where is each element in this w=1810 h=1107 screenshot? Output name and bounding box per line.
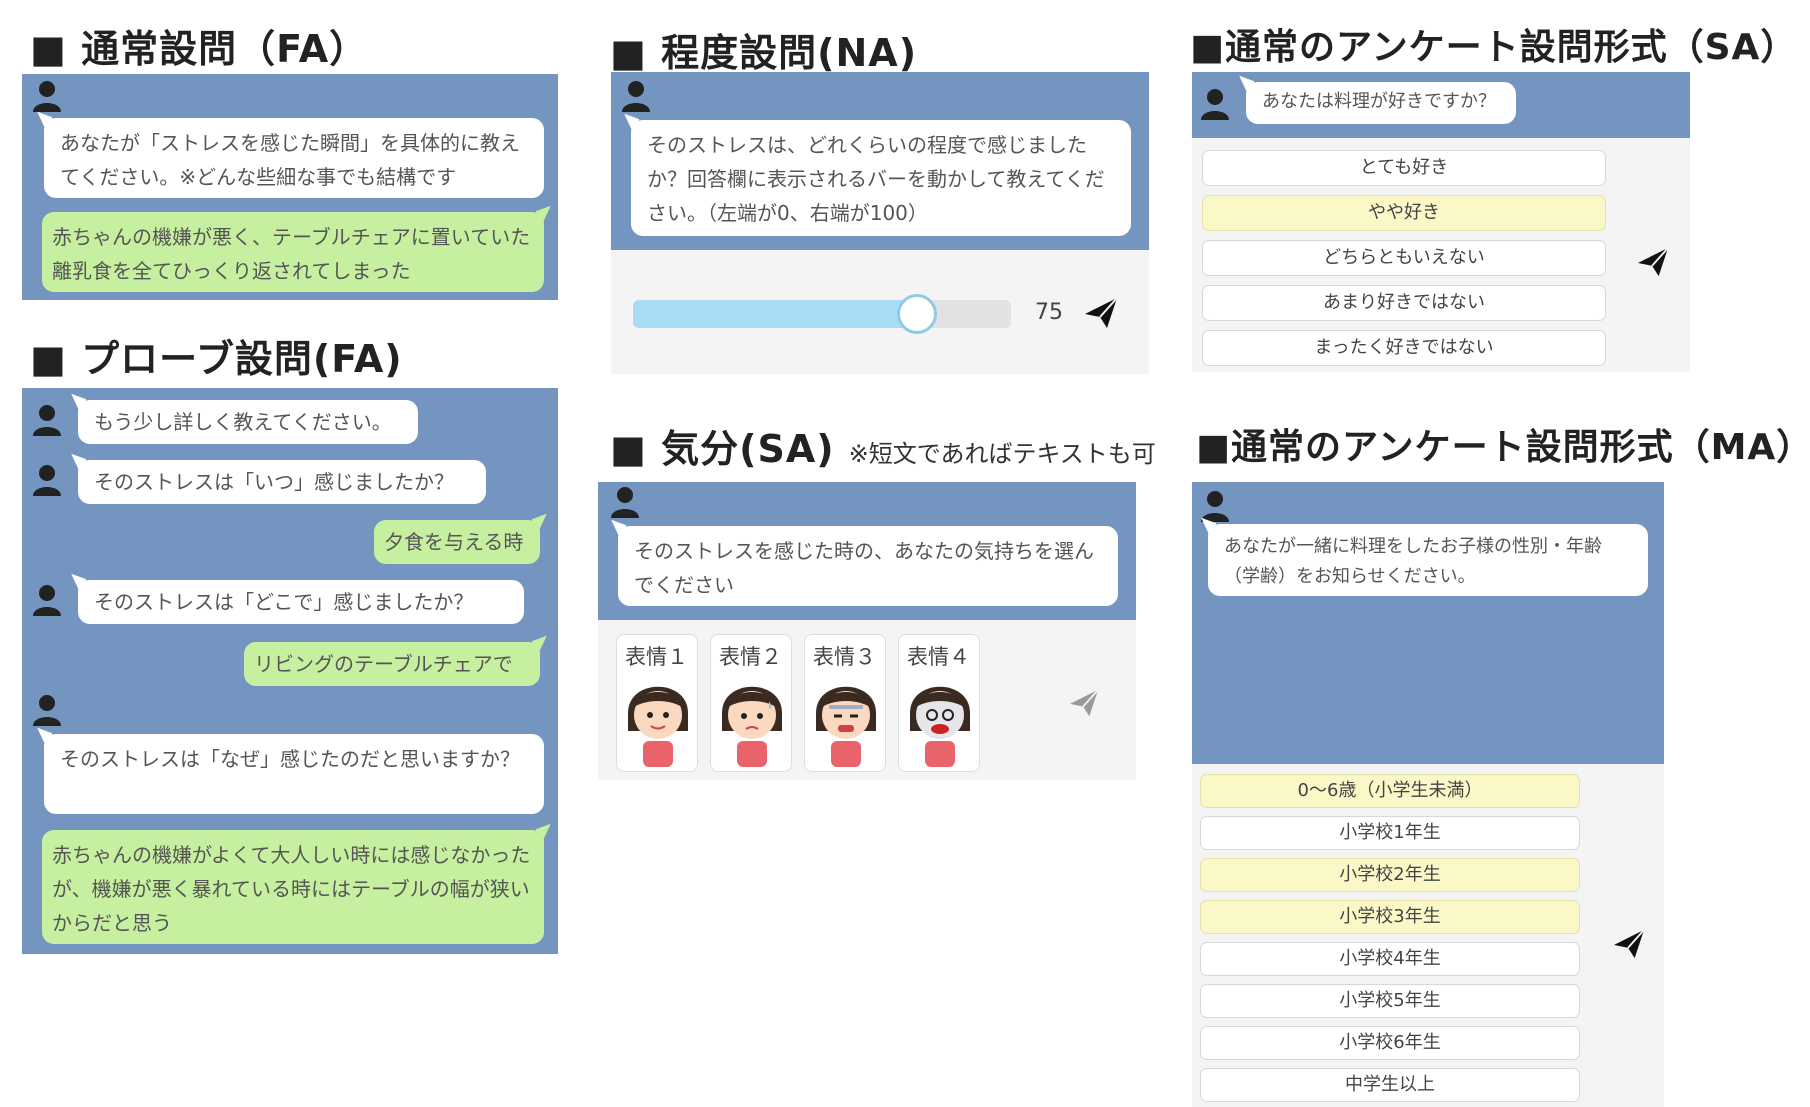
sa-chat-panel: あなたは料理が好きですか？: [1192, 72, 1690, 138]
ma-option-8[interactable]: 中学生以上: [1200, 1068, 1580, 1102]
sa-option-5[interactable]: まったく好きではない: [1202, 330, 1606, 366]
mood-chat-panel: そのストレスを感じた時の、あなたの気持ちを選んでください: [598, 482, 1136, 620]
sa-option-2[interactable]: やや好き: [1202, 195, 1606, 231]
person-icon: [622, 81, 650, 112]
person-icon: [1201, 89, 1229, 120]
face-label: 表情２: [719, 645, 782, 669]
ma-answer-area: 0〜6歳（小学生未満） 小学校1年生 小学校2年生 小学校3年生 小学校4年生 小学校5年…: [1192, 764, 1664, 1107]
slider-fill: [633, 300, 917, 328]
na-chat-panel: そのストレスは、どれくらいの程度で感じましたか？回答欄に表示されるバーを動かして…: [611, 72, 1149, 250]
ma-section-title: ■通常のアンケート設問形式（MA）: [1196, 427, 1810, 468]
na-question-bubble: そのストレスは、どれくらいの程度で感じましたか？回答欄に表示されるバーを動かして…: [631, 120, 1131, 236]
na-answer-area: 75: [611, 250, 1149, 374]
ma-option-7[interactable]: 小学校6年生: [1200, 1026, 1580, 1060]
person-icon: [33, 81, 61, 112]
mood-title-text: ■ 気分(SA): [610, 427, 835, 471]
probe-question-4-bubble: そのストレスは「なぜ」感じたのだと思いますか？: [44, 734, 544, 814]
fa-section-title: ■ 通常設問（FA）: [30, 27, 369, 71]
paper-plane-icon[interactable]: [1068, 688, 1100, 718]
sa-answer-area: とても好きやや好きどちらともいえない あまり好きではない まったく好きではない: [1192, 138, 1690, 372]
face-label: 表情３: [813, 645, 876, 669]
face-label: 表情１: [625, 645, 688, 669]
person-icon: [33, 695, 61, 726]
distressed-girl-icon: [910, 686, 970, 767]
probe-answer-2-bubble: 夕食を与える時: [374, 520, 540, 564]
probe-question-1-bubble: もう少し詳しく教えてください。: [78, 400, 418, 444]
fa-question-bubble: あなたが「ストレスを感じた瞬間」を具体的に教えてください。※どんな些細な事でも結…: [44, 118, 544, 198]
na-section-title: ■ 程度設問(NA): [610, 31, 918, 75]
fa-chat-panel: あなたが「ストレスを感じた瞬間」を具体的に教えてください。※どんな些細な事でも結…: [22, 74, 558, 300]
face-option-3[interactable]: 表情３: [804, 634, 886, 772]
worried-girl-icon: [722, 686, 782, 767]
person-icon: [33, 465, 61, 496]
ma-option-6[interactable]: 小学校5年生: [1200, 984, 1580, 1018]
face-option-1[interactable]: 表情１: [616, 634, 698, 772]
sa-option-1[interactable]: とても好き: [1202, 150, 1606, 186]
ma-option-1[interactable]: 0〜6歳（小学生未満）: [1200, 774, 1580, 808]
paper-plane-icon[interactable]: [1636, 246, 1670, 278]
paper-plane-icon[interactable]: [1083, 296, 1119, 330]
face-option-2[interactable]: 表情２: [710, 634, 792, 772]
probe-answer-3-bubble: リビングのテーブルチェアで: [244, 642, 540, 686]
paper-plane-icon[interactable]: [1612, 928, 1646, 960]
fa-answer-bubble: 赤ちゃんの機嫌が悪く、テーブルチェアに置いていた離乳食を全てひっくり返されてしま…: [42, 212, 544, 292]
probe-section-title: ■ プローブ設問(FA): [30, 337, 403, 381]
smiling-girl-icon: [628, 686, 688, 767]
sa-option-3[interactable]: どちらともいえない: [1202, 240, 1606, 276]
mood-answer-area: 表情１ 表情２ 表情３ 表情４: [598, 620, 1136, 780]
probe-chat-panel: もう少し詳しく教えてください。 そのストレスは「いつ」感じましたか？ 夕食を与え…: [22, 388, 558, 954]
mood-section-title: ■ 気分(SA) ※短文であればテキストも可: [610, 418, 1156, 473]
face-label: 表情４: [907, 645, 970, 669]
sa-question-bubble: あなたは料理が好きですか？: [1246, 82, 1516, 124]
face-option-4[interactable]: 表情４: [898, 634, 980, 772]
ma-option-5[interactable]: 小学校4年生: [1200, 942, 1580, 976]
probe-question-2-bubble: そのストレスは「いつ」感じましたか？: [78, 460, 486, 504]
sa-section-title: ■通常のアンケート設問形式（SA）: [1190, 27, 1798, 68]
ma-option-2[interactable]: 小学校1年生: [1200, 816, 1580, 850]
ma-chat-panel: あなたが一緒に料理をしたお子様の性別・年齢（学齢）をお知らせください。: [1192, 482, 1664, 764]
sa-option-4[interactable]: あまり好きではない: [1202, 285, 1606, 321]
ma-option-3[interactable]: 小学校2年生: [1200, 858, 1580, 892]
slider-thumb[interactable]: [897, 294, 937, 334]
ma-question-bubble: あなたが一緒に料理をしたお子様の性別・年齢（学齢）をお知らせください。: [1208, 524, 1648, 596]
person-icon: [1201, 491, 1229, 522]
person-icon: [33, 405, 61, 436]
slider-value: 75: [1035, 300, 1063, 325]
mood-note: ※短文であればテキストも可: [848, 440, 1156, 468]
probe-answer-4-bubble: 赤ちゃんの機嫌がよくて大人しい時には感じなかったが、機嫌が悪く暴れている時にはテ…: [42, 830, 544, 944]
person-icon: [611, 487, 639, 518]
mood-question-bubble: そのストレスを感じた時の、あなたの気持ちを選んでください: [618, 526, 1118, 606]
probe-question-3-bubble: そのストレスは「どこで」感じましたか？: [78, 580, 524, 624]
ma-option-4[interactable]: 小学校3年生: [1200, 900, 1580, 934]
upset-girl-icon: [816, 686, 876, 767]
person-icon: [33, 585, 61, 616]
